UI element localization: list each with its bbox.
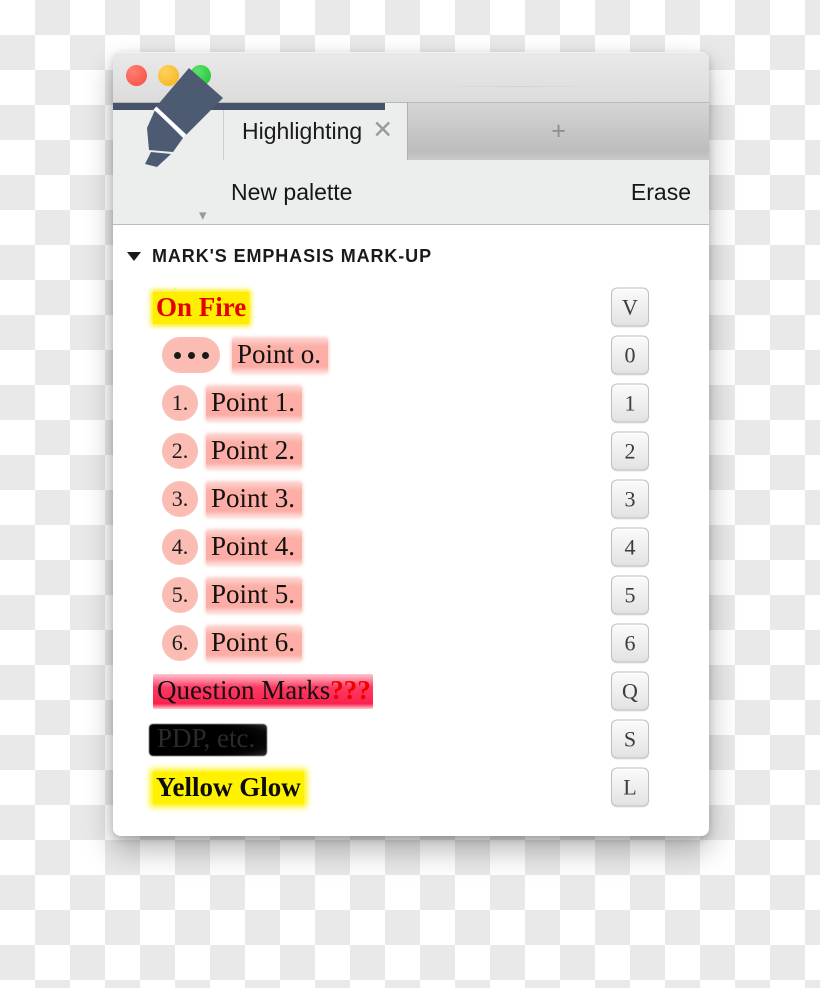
new-palette-button[interactable]: New palette (223, 179, 352, 206)
style-label-on-fire: On Fire (153, 291, 250, 324)
erase-button[interactable]: Erase (631, 179, 709, 206)
palette-row-point-0[interactable]: Point o. 0 (113, 331, 709, 379)
number-badge: 2. (162, 433, 198, 469)
palette-row-point-3[interactable]: 3. Point 3. 3 (113, 475, 709, 523)
shortcut-key-s[interactable]: S (611, 719, 649, 759)
new-tab-button[interactable]: + (407, 103, 709, 160)
number-badge: 1. (162, 385, 198, 421)
style-label-point-3: Point 3. (206, 481, 303, 517)
dot-icon (187, 351, 195, 359)
style-label-yellow-glow: Yellow Glow (153, 771, 304, 804)
zoom-window-button[interactable] (190, 65, 211, 86)
palette-content: MARK'S EMPHASIS MARK-UP On Fire V Point … (113, 225, 709, 836)
tab-label: Highlighting (242, 118, 363, 144)
tool-slot[interactable] (113, 103, 224, 160)
bullet-dots-badge (162, 337, 220, 373)
shortcut-key-1[interactable]: 1 (611, 383, 649, 423)
palette-row-question-marks[interactable]: Question Marks??? Q (113, 667, 709, 715)
style-label-redacted: PDP, etc. (149, 722, 268, 757)
close-icon[interactable]: ✕ (372, 117, 393, 146)
dot-icon (173, 351, 181, 359)
section-header[interactable]: MARK'S EMPHASIS MARK-UP (113, 225, 709, 267)
plus-icon: + (551, 117, 566, 145)
traffic-light-group (126, 65, 211, 86)
screenshot-canvas: Highlighting ✕ + New palette Erase ▾ MAR… (0, 0, 820, 988)
palette-row-point-1[interactable]: 1. Point 1. 1 (113, 379, 709, 427)
section-title: MARK'S EMPHASIS MARK-UP (152, 246, 432, 266)
palette-row-point-4[interactable]: 4. Point 4. 4 (113, 523, 709, 571)
style-label-point-2: Point 2. (206, 433, 303, 469)
shortcut-key-0[interactable]: 0 (611, 335, 649, 375)
shortcut-key-4[interactable]: 4 (611, 527, 649, 567)
style-label-question-marks: Question Marks??? (153, 673, 373, 709)
tab-strip: Highlighting ✕ + (113, 103, 709, 160)
palette-row-on-fire[interactable]: On Fire V (113, 283, 709, 331)
active-tab-accent-bar (113, 103, 385, 110)
palette-row-point-6[interactable]: 6. Point 6. 6 (113, 619, 709, 667)
style-label-point-4: Point 4. (206, 529, 303, 565)
style-label-point-0: Point o. (232, 337, 329, 373)
number-badge: 4. (162, 529, 198, 565)
shortcut-key-2[interactable]: 2 (611, 431, 649, 471)
palette-row-point-5[interactable]: 5. Point 5. 5 (113, 571, 709, 619)
palette-row-redacted[interactable]: PDP, etc. S (113, 715, 709, 763)
app-window: Highlighting ✕ + New palette Erase ▾ MAR… (113, 52, 709, 836)
number-badge: 3. (162, 481, 198, 517)
style-label-point-6: Point 6. (206, 625, 303, 661)
chevron-down-icon[interactable] (127, 252, 141, 261)
shortcut-key-v[interactable]: V (611, 287, 649, 327)
palette-row-point-2[interactable]: 2. Point 2. 2 (113, 427, 709, 475)
style-label-point-5: Point 5. (206, 577, 303, 613)
palette-row-list: On Fire V Point o. 0 1. Point 1. 1 2. Po… (113, 283, 709, 811)
shortcut-key-5[interactable]: 5 (611, 575, 649, 615)
redacted-text: PDP, etc. (157, 722, 256, 753)
style-label-point-1: Point 1. (206, 385, 303, 421)
dot-icon (201, 351, 209, 359)
tab-highlighting[interactable]: Highlighting ✕ (224, 103, 408, 160)
minimize-window-button[interactable] (158, 65, 179, 86)
shortcut-key-6[interactable]: 6 (611, 623, 649, 663)
question-marks-text: Question Marks (157, 674, 331, 705)
titlebar-grip (429, 86, 609, 87)
number-badge: 6. (162, 625, 198, 661)
close-window-button[interactable] (126, 65, 147, 86)
number-badge: 5. (162, 577, 198, 613)
shortcut-key-3[interactable]: 3 (611, 479, 649, 519)
palette-row-yellow-glow[interactable]: Yellow Glow L (113, 763, 709, 811)
question-marks-suffix: ??? (330, 674, 371, 705)
shortcut-key-q[interactable]: Q (611, 671, 649, 711)
marker-dropdown-caret[interactable]: ▾ (199, 208, 207, 223)
shortcut-key-l[interactable]: L (611, 767, 649, 807)
window-titlebar[interactable] (113, 52, 709, 103)
